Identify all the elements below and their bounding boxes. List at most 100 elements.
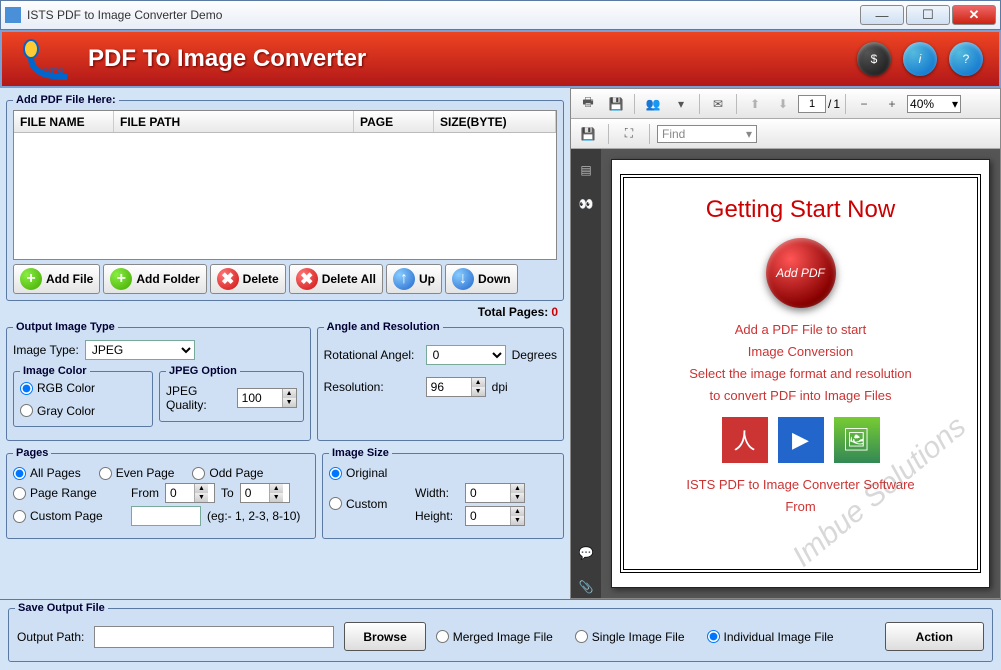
move-up-button[interactable]: ↑Up	[386, 264, 442, 294]
gray-radio[interactable]: Gray Color	[20, 404, 95, 418]
preview-line: Image Conversion	[640, 344, 961, 359]
rot-label: Rotational Angel:	[324, 348, 420, 362]
app-icon	[5, 7, 21, 23]
page-down-button[interactable]: ⬇	[770, 92, 796, 116]
buy-button[interactable]: $	[857, 42, 891, 76]
page-range-radio[interactable]: Page Range	[13, 486, 113, 500]
jpeg-option-group: JPEG Option JPEG Quality: ▲▼	[159, 365, 304, 422]
image-icon: 🖼	[834, 417, 880, 463]
zoom-out-button[interactable]: −	[851, 92, 877, 116]
delete-button[interactable]: ✖Delete	[210, 264, 286, 294]
zoom-select[interactable]: 40%▾	[907, 95, 961, 113]
mail-button[interactable]: ✉	[705, 92, 731, 116]
single-radio[interactable]: Single Image File	[575, 630, 685, 644]
move-down-button[interactable]: ↓Down	[445, 264, 518, 294]
rotational-angle-select[interactable]: 0	[426, 345, 506, 365]
add-folder-button[interactable]: +Add Folder	[103, 264, 206, 294]
preview-page[interactable]: Getting Start Now Add PDF Add a PDF File…	[611, 159, 990, 588]
collab-button[interactable]: 👥	[640, 92, 666, 116]
binoculars-icon: 👀	[579, 197, 594, 211]
up-arrow-icon: ↑	[393, 268, 415, 290]
image-color-group: Image Color RGB Color Gray Color	[13, 365, 153, 427]
printer-icon: 🖶	[582, 93, 593, 114]
app-title: PDF To Image Converter	[88, 45, 366, 73]
output-path-input[interactable]	[94, 626, 334, 648]
zoom-in-button[interactable]: +	[879, 92, 905, 116]
people-icon: 👥	[646, 97, 661, 111]
rot-unit: Degrees	[512, 348, 557, 362]
info-icon: i	[919, 52, 922, 66]
info-button[interactable]: i	[903, 42, 937, 76]
pages-icon: ▤	[580, 163, 591, 177]
plus-icon: +	[20, 268, 42, 290]
save-output-group: Save Output File Output Path: Browse Mer…	[8, 602, 993, 662]
minimize-button[interactable]: —	[860, 5, 904, 25]
comments-panel-button[interactable]: 💬	[575, 542, 597, 564]
odd-page-radio[interactable]: Odd Page	[192, 466, 263, 480]
maximize-button[interactable]: ☐	[906, 5, 950, 25]
find-input[interactable]: Find▾	[657, 125, 757, 143]
add-file-button[interactable]: +Add File	[13, 264, 100, 294]
chevron-down-icon: ▾	[678, 97, 684, 111]
width-spinner[interactable]: ▲▼	[465, 483, 525, 503]
output-path-label: Output Path:	[17, 630, 84, 644]
jpeg-quality-label: JPEG Quality:	[166, 384, 231, 412]
col-filename[interactable]: FILE NAME	[14, 111, 114, 132]
down-arrow-icon: ↓	[452, 268, 474, 290]
save-button-2[interactable]: 💾	[575, 122, 601, 146]
app-header: STS PDF To Image Converter $ i ?	[0, 30, 1001, 88]
delete-all-button[interactable]: ✖Delete All	[289, 264, 383, 294]
col-page[interactable]: PAGE	[354, 111, 434, 132]
bookmarks-panel-button[interactable]: 👀	[575, 193, 597, 215]
close-button[interactable]: ✕	[952, 5, 996, 25]
envelope-icon: ✉	[713, 97, 723, 111]
merged-radio[interactable]: Merged Image File	[436, 630, 553, 644]
pdf-icon: 人	[722, 417, 768, 463]
output-image-type-group: Output Image Type Image Type: JPEG Image…	[6, 321, 311, 441]
save-preview-button[interactable]: 💾	[603, 92, 629, 116]
svg-text:STS: STS	[41, 66, 64, 80]
preview-title: Getting Start Now	[640, 196, 961, 224]
image-type-select[interactable]: JPEG	[85, 340, 195, 360]
add-file-group: Add PDF File Here: FILE NAME FILE PATH P…	[6, 94, 564, 301]
action-button[interactable]: Action	[885, 622, 984, 651]
window-title: ISTS PDF to Image Converter Demo	[27, 8, 860, 22]
page-current-input[interactable]	[798, 95, 826, 113]
col-size[interactable]: SIZE(BYTE)	[434, 111, 556, 132]
rgb-radio[interactable]: RGB Color	[20, 381, 95, 395]
plus-icon: +	[110, 268, 132, 290]
attachments-panel-button[interactable]: 📎	[575, 576, 597, 598]
even-page-radio[interactable]: Even Page	[99, 466, 175, 480]
res-unit: dpi	[492, 380, 508, 394]
total-pages-value: 0	[551, 305, 558, 319]
page-from-spinner[interactable]: ▲▼	[165, 483, 215, 503]
comment-icon: 💬	[579, 546, 594, 560]
dropdown-button[interactable]: ▾	[668, 92, 694, 116]
browse-button[interactable]: Browse	[344, 622, 425, 651]
col-filepath[interactable]: FILE PATH	[114, 111, 354, 132]
custom-page-radio[interactable]: Custom Page	[13, 509, 113, 523]
page-to-spinner[interactable]: ▲▼	[240, 483, 290, 503]
help-button[interactable]: ?	[949, 42, 983, 76]
file-table[interactable]: FILE NAME FILE PATH PAGE SIZE(BYTE)	[13, 110, 557, 260]
pages-group: Pages All Pages Even Page Odd Page Page …	[6, 447, 316, 539]
individual-radio[interactable]: Individual Image File	[707, 630, 834, 644]
original-size-radio[interactable]: Original	[329, 466, 387, 480]
preview-pane: 🖶 💾 👥 ▾ ✉ ⬆ ⬇ / 1 − + 40%▾ 💾 ⛶ Find▾	[570, 88, 1001, 599]
pages-panel-button[interactable]: ▤	[575, 159, 597, 181]
preview-line: Select the image format and resolution	[640, 366, 961, 381]
height-spinner[interactable]: ▲▼	[465, 506, 525, 526]
preview-line: to convert PDF into Image Files	[640, 388, 961, 403]
custom-size-radio[interactable]: Custom	[329, 497, 387, 511]
page-up-button[interactable]: ⬆	[742, 92, 768, 116]
fit-button[interactable]: ⛶	[616, 122, 642, 146]
print-button[interactable]: 🖶	[575, 92, 601, 116]
resolution-spinner[interactable]: ▲▼	[426, 377, 486, 397]
page-total: 1	[833, 97, 840, 111]
jpeg-quality-spinner[interactable]: ▲▼	[237, 388, 297, 408]
preview-toolbar-1: 🖶 💾 👥 ▾ ✉ ⬆ ⬇ / 1 − + 40%▾	[571, 89, 1000, 119]
all-pages-radio[interactable]: All Pages	[13, 466, 81, 480]
page-sep: /	[828, 97, 831, 111]
preview-toolbar-2: 💾 ⛶ Find▾	[571, 119, 1000, 149]
custom-page-input[interactable]	[131, 506, 201, 526]
